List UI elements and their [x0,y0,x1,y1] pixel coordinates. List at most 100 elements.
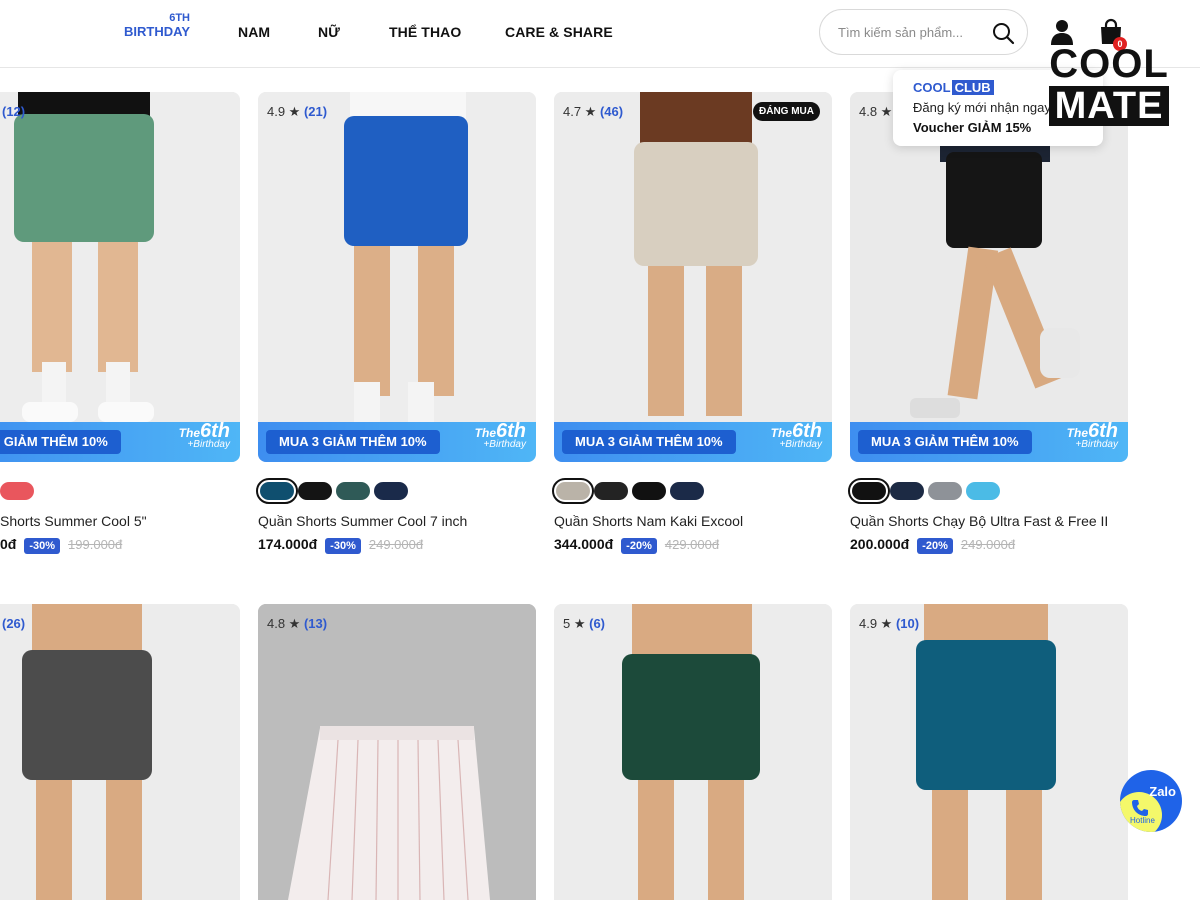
birthday-6th-badge: The6th +Birthday [178,421,230,451]
old-price: 429.000đ [664,537,720,552]
birthday-6th-badge: The6th +Birthday [771,421,822,451]
discount-badge: -30% [24,538,61,554]
product-price: 344.000đ -20% 429.000đ [554,536,719,556]
promo-label: UA 3 GIẢM THÊM 10% [0,430,121,454]
color-swatch[interactable] [374,482,408,500]
product-price: 0đ -30% 199.000đ [0,536,122,556]
discount-badge: -20% [621,538,657,554]
product-photo-green-sport-shorts [554,604,832,900]
rating-count: (21) [303,104,328,119]
logo-line-cool: COOL [1049,42,1169,86]
birthday-6th-badge: The6th +Birthday [1066,421,1118,451]
rating-count: (26) [2,616,26,631]
product-image[interactable]: 4.8 ★ (13) [258,604,536,900]
discount-badge: -30% [325,538,361,554]
old-price: 199.000đ [68,537,123,552]
best-buy-badge: ĐÁNG MUA [753,102,820,121]
product-rating: 4.7 ★ (46) [563,104,623,120]
product-photo-grey-shorts [0,604,240,900]
search-icon[interactable] [991,21,1015,45]
promo-banner: MUA 3 GIẢM THÊM 10% The6th +Birthday [258,421,536,462]
coolmate-logo[interactable]: COOL MATE [1046,44,1172,130]
nav-item-nam[interactable]: NAM [238,24,270,40]
product-rating: (26) [2,616,25,631]
rating-value: 4.8 ★ [859,104,893,119]
nav-item-birthday[interactable]: 6TH BIRTHDAY [120,12,190,40]
nav-item-care-share[interactable]: CARE & SHARE [505,24,613,40]
rating-count: (6) [589,616,606,631]
product-rating: 5 ★ (6) [563,616,605,632]
current-price: 0đ [0,536,17,552]
product-image[interactable]: 4.9 ★ (10) [850,604,1128,900]
nav-item-nu[interactable]: NỮ [318,24,340,40]
color-swatch[interactable] [336,482,370,500]
product-photo-striped-boxer [258,604,536,900]
product-name[interactable]: Quần Shorts Nam Kaki Excool [554,513,743,529]
current-price: 174.000đ [258,536,318,552]
product-image[interactable]: 4.7 ★ (46) ĐÁNG MUA MUA 3 GIẢM THÊM 10% … [554,92,832,462]
product-price: 200.000đ -20% 249.000đ [850,536,1015,556]
color-swatch[interactable] [966,482,1000,500]
product-image[interactable]: 4.9 ★ (21) MUA 3 GIẢM THÊM 10% The6th +Bi… [258,92,536,462]
product-rating: 4.8 ★ (13) [267,616,327,632]
product-photo-black-running-shorts [850,92,1128,462]
color-swatch[interactable] [0,482,34,500]
color-swatch[interactable] [670,482,704,500]
current-price: 344.000đ [554,536,614,552]
color-swatch[interactable] [594,482,628,500]
product-image[interactable]: (26) [0,604,240,900]
badge-birthday: +Birthday [779,439,822,450]
zalo-label: Zalo [1149,784,1176,799]
promo-label: MUA 3 GIẢM THÊM 10% [266,430,440,454]
birthday-6th-badge: The6th +Birthday [475,421,526,451]
color-swatch[interactable] [928,482,962,500]
search-box [819,9,1028,55]
product-price: 174.000đ -30% 249.000đ [258,536,423,556]
zalo-hotline-widget[interactable]: Zalo Hotline [1120,770,1182,832]
badge-the: The [1066,426,1088,440]
rating-value: 4.7 ★ [563,104,597,119]
birthday-superscript: 6TH [169,12,190,24]
promo-banner: MUA 3 GIẢM THÊM 10% The6th +Birthday [554,421,832,462]
product-name[interactable]: Quần Shorts Chạy Bộ Ultra Fast & Free II [850,513,1108,529]
color-swatch[interactable] [848,478,890,504]
cool-club-title-a: COOL [913,80,951,95]
promo-label: MUA 3 GIẢM THÊM 10% [858,430,1032,454]
phone-icon [1132,800,1148,816]
rating-value: 4.9 ★ [859,616,893,631]
current-price: 200.000đ [850,536,910,552]
color-swatch[interactable] [632,482,666,500]
product-image[interactable]: (12) UA 3 GIẢM THÊM 10% The6th+Birthday [0,92,240,462]
old-price: 249.000đ [960,537,1016,552]
product-photo-blue-shorts [258,92,536,462]
color-swatch[interactable] [552,478,594,504]
product-image[interactable]: 4.8 ★ MUA 3 GIẢM THÊM 10% The6th +Birthda… [850,92,1128,462]
birthday-label: BIRTHDAY [124,24,190,39]
product-name[interactable]: Quần Shorts Summer Cool 7 inch [258,513,467,529]
rating-value: 4.9 ★ [267,104,301,119]
old-price: 249.000đ [368,537,424,552]
hotline-label: Hotline [1130,816,1155,825]
product-rating: 4.8 ★ [859,104,892,120]
product-photo-khaki-shorts [554,92,832,462]
badge-the: The [178,426,200,440]
color-swatch[interactable] [298,482,332,500]
product-name[interactable]: Shorts Summer Cool 5" [0,513,147,529]
product-rating: (12) [2,104,25,119]
badge-birthday: +Birthday [187,439,230,450]
color-swatch[interactable] [890,482,924,500]
rating-count: (13) [303,616,328,631]
discount-badge: -20% [917,538,953,554]
rating-count: (10) [895,616,920,631]
rating-value: 4.8 ★ [267,616,301,631]
nav-item-the-thao[interactable]: THỂ THAO [389,24,461,40]
promo-banner: UA 3 GIẢM THÊM 10% The6th+Birthday [0,421,240,462]
search-input[interactable] [838,22,988,42]
color-swatch[interactable] [256,478,298,504]
product-rating: 4.9 ★ (10) [859,616,919,632]
badge-birthday: +Birthday [1075,439,1118,450]
logo-line-mate: MATE [1049,86,1169,126]
product-image[interactable]: 5 ★ (6) [554,604,832,900]
product-photo-green-shorts [0,92,240,462]
product-rating: 4.9 ★ (21) [267,104,327,120]
